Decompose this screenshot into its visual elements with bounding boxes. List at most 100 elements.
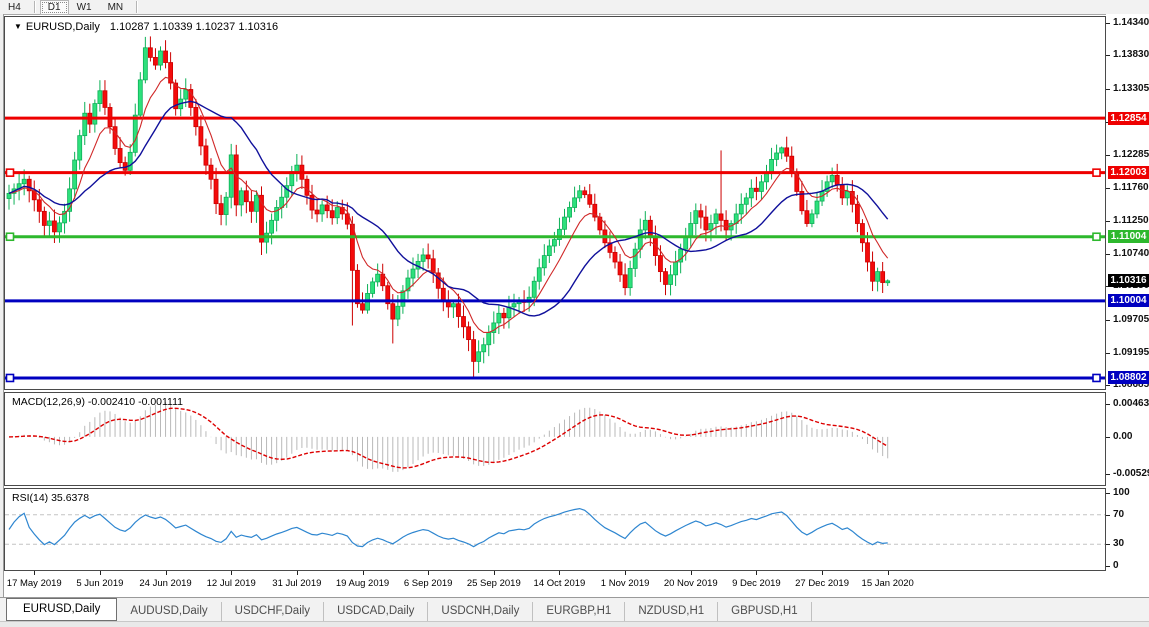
candlestick-series [7,36,890,378]
date-axis-tick [166,571,167,575]
price-axis-tick [1106,320,1110,321]
hline-right-handle[interactable] [1093,374,1100,381]
hline-left-handle[interactable] [7,374,14,381]
macd-axis-tick [1106,474,1110,475]
rsi-axis-tick [1106,493,1110,494]
chart-title: ▼ EURUSD,Daily 1.10287 1.10339 1.10237 1.1… [14,21,278,33]
date-axis-label: 31 Jul 2019 [272,578,321,589]
window-bottom-border [0,621,1149,627]
rsi-axis-tick [1106,566,1110,567]
date-axis-tick [494,571,495,575]
price-axis-tick [1106,188,1110,189]
chart-tab-bar: EURUSD,DailyAUDUSD,DailyUSDCHF,DailyUSDC… [0,597,1149,621]
date-axis-tick [822,571,823,575]
price-chip-1.11004: 1.11004 [1108,230,1149,243]
horizontal-line-objects[interactable] [5,118,1105,381]
tab-eurgbp-h1[interactable]: EURGBP,H1 [533,602,625,621]
date-axis-tick [691,571,692,575]
price-axis-label: 1.09705 [1113,314,1149,326]
price-axis-tick [1106,89,1110,90]
price-axis-label: 1.09195 [1113,347,1149,359]
price-axis-tick [1106,155,1110,156]
rsi-indicator-panel: RSI(14) 35.6378 [4,488,1106,571]
price-axis-label: 1.13305 [1113,83,1149,95]
date-axis-tick [428,571,429,575]
price-axis: 1.143401.138301.133051.127951.122851.117… [1106,14,1149,597]
toolbar-separator [34,1,35,13]
chart-ohlc-values: 1.10287 1.10339 1.10237 1.10316 [110,21,278,33]
price-axis-tick [1106,23,1110,24]
date-axis-label: 9 Dec 2019 [732,578,781,589]
toolbar-button-w1[interactable]: W1 [69,0,100,15]
macd-label: MACD(12,26,9) -0.002410 -0.001111 [12,396,183,408]
price-axis-label: 1.12285 [1113,149,1149,161]
price-axis-tick [1106,254,1110,255]
price-axis-label: 1.14340 [1113,17,1149,29]
price-axis-tick [1106,221,1110,222]
macd-histogram [9,402,888,472]
price-axis-label: 1.10740 [1113,248,1149,260]
hline-1.12003[interactable] [5,169,1105,176]
date-axis-label: 14 Oct 2019 [534,578,586,589]
macd-axis-label: 0.00463 [1113,398,1149,410]
tab-gbpusd-h1[interactable]: GBPUSD,H1 [718,602,811,621]
rsi-axis-tick [1106,544,1110,545]
date-axis-tick [559,571,560,575]
date-axis-label: 17 May 2019 [7,578,62,589]
date-axis-tick [625,571,626,575]
macd-axis-label: 0.00 [1113,431,1132,443]
hline-left-handle[interactable] [7,233,14,240]
date-axis-label: 12 Jul 2019 [207,578,256,589]
date-axis-tick [363,571,364,575]
tab-audusd-daily[interactable]: AUDUSD,Daily [117,602,221,621]
rsi-label: RSI(14) 35.6378 [12,492,89,504]
price-chip-1.08802: 1.08802 [1108,371,1149,384]
tab-usdchf-daily[interactable]: USDCHF,Daily [222,602,324,621]
tab-usdcnh-daily[interactable]: USDCNH,Daily [428,602,533,621]
date-axis-tick [231,571,232,575]
macd-indicator-panel: MACD(12,26,9) -0.002410 -0.001111 [4,392,1106,486]
rsi-axis-label: 100 [1113,487,1130,499]
date-axis-label: 5 Jun 2019 [76,578,123,589]
toolbar-button-h4[interactable]: H4 [0,0,29,15]
toolbar-button-mn[interactable]: MN [100,0,132,15]
date-axis-tick [34,571,35,575]
hline-right-handle[interactable] [1093,169,1100,176]
macd-axis-tick [1106,437,1110,438]
price-chart-panel: ▼ EURUSD,Daily 1.10287 1.10339 1.10237 1.1… [4,16,1106,390]
tab-usdcad-daily[interactable]: USDCAD,Daily [324,602,428,621]
price-chip-1.10004: 1.10004 [1108,294,1149,307]
toolbar-separator [136,1,137,13]
date-axis-label: 15 Jan 2020 [862,578,914,589]
date-axis-tick [100,571,101,575]
price-chip-1.12854: 1.12854 [1108,112,1149,125]
date-axis-tick [756,571,757,575]
price-axis-tick [1106,55,1110,56]
price-axis-label: 1.11760 [1113,182,1149,194]
date-axis-label: 25 Sep 2019 [467,578,521,589]
rsi-axis-label: 0 [1113,560,1119,572]
symbol-dropdown-icon[interactable]: ▼ [14,22,22,31]
date-axis-label: 27 Dec 2019 [795,578,849,589]
date-axis-label: 20 Nov 2019 [664,578,718,589]
macd-axis-tick [1106,404,1110,405]
hline-left-handle[interactable] [7,169,14,176]
sma20-line [9,101,888,316]
date-axis-label: 19 Aug 2019 [336,578,389,589]
price-axis-tick [1106,385,1110,386]
date-axis-label: 24 Jun 2019 [139,578,191,589]
rsi-canvas[interactable] [5,489,1105,570]
mt4-terminal-window: H4 D1W1MN ▼ EURUSD,Daily 1.10287 1.10339 1.… [0,0,1149,627]
price-axis-label: 1.13830 [1113,49,1149,61]
candlestick-chart-canvas[interactable] [5,17,1105,389]
price-axis-label: 1.11250 [1113,215,1149,227]
hline-right-handle[interactable] [1093,233,1100,240]
tab-eurusd-daily[interactable]: EURUSD,Daily [6,598,117,621]
hline-1.08802[interactable] [5,374,1105,381]
date-axis-tick [297,571,298,575]
chart-symbol-label: EURUSD,Daily [26,21,100,33]
tab-nzdusd-h1[interactable]: NZDUSD,H1 [625,602,718,621]
price-axis-tick [1106,353,1110,354]
date-axis: 17 May 2019 5 Jun 2019 24 Jun 2019 12 Jul 2… [4,571,1106,597]
toolbar-button-d1[interactable]: D1 [40,0,69,15]
